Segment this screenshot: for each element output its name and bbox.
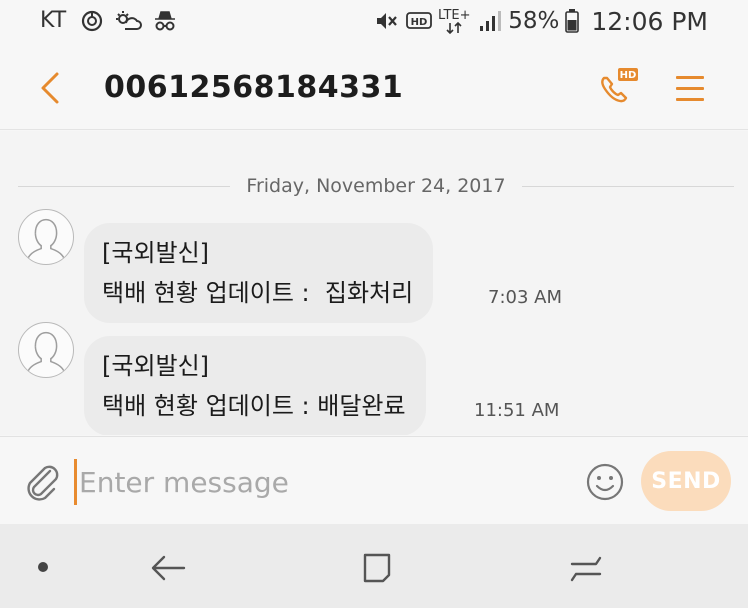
message-time: 7:03 AM	[488, 287, 562, 308]
carrier-label: KT	[40, 8, 67, 33]
recent-apps-icon	[570, 556, 602, 582]
message-line: 택배 현황 업데이트 : 배달완료	[102, 392, 406, 420]
back-button[interactable]	[30, 68, 70, 108]
hd-voice-icon: HD	[406, 10, 433, 32]
send-button[interactable]: SEND	[641, 451, 731, 511]
message-bubble[interactable]: [국외발신] 택배 현황 업데이트 : 집화처리	[84, 223, 434, 323]
hd-call-button[interactable]: HD	[594, 66, 642, 110]
message-line: [국외발신]	[102, 239, 210, 267]
lte-icon: LTE+	[438, 6, 472, 36]
home-icon	[363, 553, 391, 583]
lte-label: LTE+	[438, 8, 471, 23]
hd-call-badge: HD	[620, 70, 637, 81]
message-time: 11:51 AM	[474, 400, 560, 421]
contact-avatar-icon	[26, 331, 66, 373]
status-time: 12:06 PM	[591, 6, 708, 36]
svg-text:HD: HD	[411, 17, 428, 28]
date-label: Friday, November 24, 2017	[246, 175, 506, 197]
menu-icon-bar	[676, 75, 704, 79]
signal-icon	[478, 9, 502, 33]
hd-call-icon: HD	[601, 68, 638, 103]
menu-icon-bar	[676, 86, 704, 90]
status-left: KT	[40, 8, 178, 33]
avatar[interactable]	[18, 209, 74, 265]
message-composer: SEND	[0, 436, 748, 524]
message-input[interactable]	[74, 459, 564, 505]
nav-recents-button[interactable]	[566, 548, 606, 588]
incognito-icon	[152, 9, 178, 33]
sync-icon	[80, 9, 104, 33]
battery-icon	[565, 9, 580, 33]
battery-percent: 58%	[508, 8, 560, 34]
divider	[521, 185, 734, 187]
navigation-bar	[0, 524, 748, 608]
mute-icon	[374, 9, 400, 33]
status-bar: KT HD LTE+ 58% 12:06 PM	[0, 0, 748, 46]
nav-home-button[interactable]	[358, 548, 398, 588]
menu-icon-bar	[676, 97, 704, 101]
message-line: [국외발신]	[102, 352, 210, 380]
message-bubble[interactable]: [국외발신] 택배 현황 업데이트 : 배달완료	[84, 336, 426, 435]
contact-title: 00612568184331	[104, 70, 404, 105]
conversation-header: 00612568184331 HD	[0, 46, 748, 130]
emoji-icon	[586, 463, 624, 501]
menu-button[interactable]	[670, 68, 710, 108]
date-separator: Friday, November 24, 2017	[18, 175, 734, 197]
back-icon	[151, 555, 186, 581]
attachment-icon	[27, 465, 59, 501]
back-arrow-icon	[41, 72, 59, 104]
message-line: 택배 현황 업데이트 : 집화처리	[102, 279, 414, 307]
avatar[interactable]	[18, 322, 74, 378]
nav-back-button[interactable]	[148, 548, 188, 588]
attach-button[interactable]	[20, 459, 64, 503]
emoji-button[interactable]	[584, 461, 626, 503]
divider	[18, 185, 231, 187]
status-right: HD LTE+ 58% 12:06 PM	[374, 6, 708, 36]
dot-icon[interactable]	[38, 562, 48, 572]
conversation-area[interactable]: Friday, November 24, 2017 [국외발신] 택배 현황 업…	[0, 131, 748, 435]
contact-avatar-icon	[26, 218, 66, 260]
weather-icon	[114, 9, 143, 33]
